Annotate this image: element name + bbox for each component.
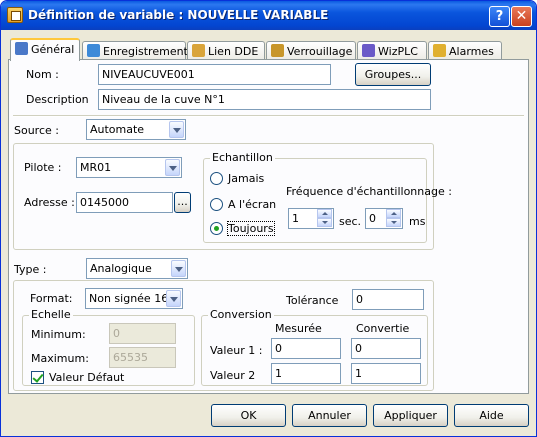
convertie-label: Convertie bbox=[356, 322, 410, 335]
dialog-window: Définition de variable : NOUVELLE VARIAB… bbox=[0, 0, 537, 437]
valeur1-mesuree-field[interactable]: 0 bbox=[271, 338, 341, 359]
chevron-down-icon[interactable] bbox=[171, 260, 186, 277]
chevron-down-icon[interactable] bbox=[165, 159, 180, 176]
echantillon-group: Echantillon Jamais A l'écran Toujours Fr… bbox=[203, 151, 452, 243]
aide-button[interactable]: Aide bbox=[454, 404, 529, 427]
tab-label: Alarmes bbox=[449, 45, 494, 58]
wizplc-tab-icon bbox=[362, 44, 375, 57]
tab-wizplc[interactable]: WizPLC bbox=[357, 41, 427, 60]
spin-up-icon[interactable] bbox=[386, 209, 401, 218]
tolerance-label: Tolérance bbox=[286, 294, 339, 307]
minimum-label: Minimum: bbox=[31, 328, 86, 341]
dde-link-tab-icon bbox=[192, 44, 205, 57]
valeur-defaut-label: Valeur Défaut bbox=[49, 371, 125, 384]
format-label: Format: bbox=[30, 292, 73, 305]
conversion-title: Conversion bbox=[208, 308, 274, 321]
adresse-label: Adresse : bbox=[24, 196, 75, 209]
echelle-title: Echelle bbox=[29, 308, 73, 321]
tolerance-field[interactable]: 0 bbox=[352, 289, 424, 310]
recording-tab-icon bbox=[87, 44, 100, 57]
app-icon bbox=[7, 7, 23, 23]
source-label: Source : bbox=[14, 124, 59, 137]
type-label: Type : bbox=[14, 263, 47, 276]
adresse-field[interactable]: 0145000 bbox=[76, 192, 173, 213]
pilote-label: Pilote : bbox=[24, 161, 62, 174]
maximum-field[interactable]: 65535 bbox=[109, 347, 176, 368]
minimum-field[interactable]: 0 bbox=[109, 323, 176, 344]
jamais-radio[interactable] bbox=[210, 172, 223, 185]
tab-label: Enregistrement bbox=[103, 45, 188, 58]
sec-spinner[interactable] bbox=[317, 209, 333, 228]
annuler-button[interactable]: Annuler bbox=[292, 404, 367, 427]
toujours-radio[interactable] bbox=[210, 222, 223, 235]
jamais-label: Jamais bbox=[228, 172, 265, 185]
nom-label: Nom : bbox=[26, 68, 59, 81]
tab-general[interactable]: Général bbox=[10, 38, 80, 61]
conversion-group: Conversion Mesurée Convertie Valeur 1 : … bbox=[201, 308, 428, 386]
description-label: Description bbox=[26, 93, 89, 106]
chevron-down-icon[interactable] bbox=[169, 121, 184, 138]
alarm-tab-icon bbox=[433, 44, 446, 57]
tab-verrouillage[interactable]: Verrouillage bbox=[266, 41, 356, 60]
a-lecran-label: A l'écran bbox=[228, 198, 277, 211]
pilote-select[interactable]: MR01 bbox=[76, 157, 182, 178]
browse-button[interactable]: ... bbox=[174, 192, 191, 213]
window-title: Définition de variable : NOUVELLE VARIAB… bbox=[28, 8, 329, 22]
frequence-label: Fréquence d'échantillonnage : bbox=[286, 185, 452, 198]
description-field[interactable]: Niveau de la cuve N°1 bbox=[98, 89, 431, 110]
valeur2-label: Valeur 2 bbox=[210, 369, 256, 382]
separator bbox=[13, 115, 524, 117]
ok-button[interactable]: OK bbox=[211, 404, 286, 427]
help-button[interactable]: ? bbox=[489, 6, 510, 27]
tab-lien-dde[interactable]: Lien DDE bbox=[187, 41, 265, 60]
echantillon-title: Echantillon bbox=[210, 151, 275, 164]
tab-label: Général bbox=[31, 43, 75, 56]
close-button[interactable]: ✕ bbox=[511, 6, 532, 27]
spin-down-icon[interactable] bbox=[317, 218, 332, 227]
echelle-group: Echelle Minimum: 0 Maximum: 65535 Valeur… bbox=[22, 308, 195, 386]
a-lecran-radio[interactable] bbox=[210, 198, 223, 211]
tab-label: Lien DDE bbox=[208, 45, 259, 58]
appliquer-button[interactable]: Appliquer bbox=[373, 404, 448, 427]
tab-label: WizPLC bbox=[378, 45, 418, 58]
spin-up-icon[interactable] bbox=[317, 209, 332, 218]
sec-label: sec. bbox=[339, 215, 362, 228]
chevron-down-icon[interactable] bbox=[166, 290, 181, 307]
ms-spinner[interactable] bbox=[386, 209, 402, 228]
type-value: Analogique bbox=[90, 262, 152, 275]
source-value: Automate bbox=[90, 123, 145, 136]
valeur2-mesuree-field[interactable]: 1 bbox=[271, 363, 341, 384]
pilote-value: MR01 bbox=[80, 161, 112, 174]
spin-down-icon[interactable] bbox=[386, 218, 401, 227]
tab-label: Verrouillage bbox=[287, 45, 353, 58]
format-value: Non signée 16 bbox=[89, 292, 169, 305]
lock-tab-icon bbox=[271, 44, 284, 57]
title-bar: Définition de variable : NOUVELLE VARIAB… bbox=[1, 1, 536, 30]
toujours-label: Toujours bbox=[227, 221, 275, 236]
nom-field[interactable]: NIVEAUCUVE001 bbox=[98, 64, 331, 85]
source-group: Pilote : MR01 Adresse : 0145000 ... Echa… bbox=[13, 143, 452, 250]
groupes-button[interactable]: Groupes... bbox=[355, 63, 431, 86]
valeur2-convertie-field[interactable]: 1 bbox=[351, 363, 421, 384]
tab-enregistrement[interactable]: Enregistrement bbox=[82, 41, 188, 60]
valeur1-label: Valeur 1 : bbox=[210, 344, 263, 357]
ms-label: ms bbox=[409, 215, 426, 228]
valeur1-convertie-field[interactable]: 0 bbox=[351, 338, 421, 359]
maximum-label: Maximum: bbox=[31, 352, 89, 365]
type-group: Format: Non signée 16 Tolérance 0 Echell… bbox=[13, 280, 434, 391]
format-select[interactable]: Non signée 16 bbox=[85, 288, 183, 309]
general-panel: Nom : NIVEAUCUVE001 Groupes... Descripti… bbox=[8, 59, 529, 394]
tab-alarmes[interactable]: Alarmes bbox=[428, 41, 502, 60]
source-select[interactable]: Automate bbox=[86, 119, 186, 140]
valeur-defaut-checkbox[interactable] bbox=[31, 371, 44, 384]
type-select[interactable]: Analogique bbox=[86, 258, 188, 279]
mesuree-label: Mesurée bbox=[275, 322, 322, 335]
general-tab-icon bbox=[15, 42, 28, 55]
